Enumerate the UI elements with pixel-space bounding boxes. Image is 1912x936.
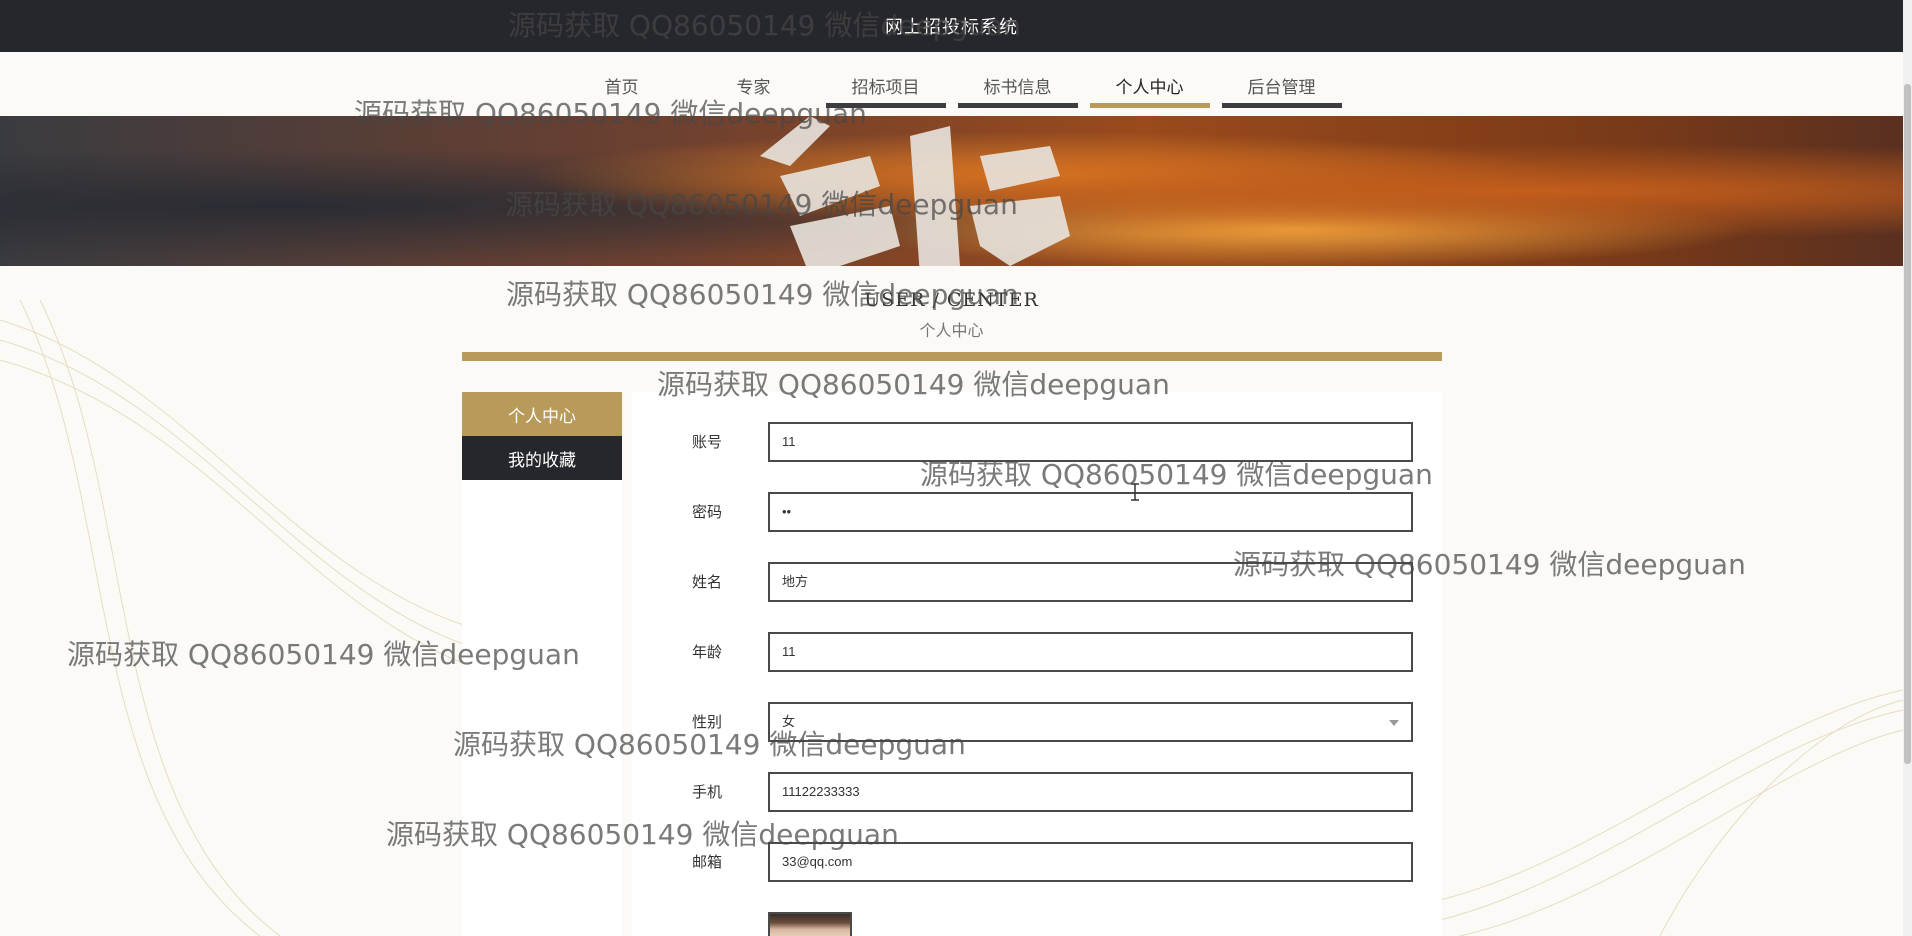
form-row-password: 密码 •• xyxy=(632,492,1442,532)
gender-select[interactable]: 女 xyxy=(768,702,1413,742)
age-input[interactable]: 11 xyxy=(768,632,1413,672)
text-cursor-icon xyxy=(1131,483,1139,501)
sidebar-item-favorites[interactable]: 我的收藏 xyxy=(462,436,622,480)
gender-label: 性别 xyxy=(692,713,723,731)
nav-item-experts[interactable]: 专家 xyxy=(694,62,814,108)
age-label: 年龄 xyxy=(692,643,723,661)
form-row-phone: 手机 11122233333 xyxy=(632,772,1442,812)
nav-underline xyxy=(1089,103,1210,108)
profile-form: 账号 11 密码 •• 姓名 地方 年龄 11 性别 女 手机 11122233… xyxy=(632,392,1442,936)
nav-item-user-center[interactable]: 个人中心 xyxy=(1089,62,1210,108)
top-title-bar: 网上招投标系统 xyxy=(0,0,1903,52)
page-scrollbar[interactable] xyxy=(1903,0,1912,936)
form-row-name: 姓名 地方 xyxy=(632,562,1442,602)
nav-item-label: 专家 xyxy=(736,77,771,98)
password-input[interactable]: •• xyxy=(768,492,1413,532)
password-label: 密码 xyxy=(692,503,723,521)
sidebar-item-user-center[interactable]: 个人中心 xyxy=(462,392,622,436)
nav-item-label: 标书信息 xyxy=(983,77,1052,98)
site-title: 网上招投标系统 xyxy=(885,17,1018,38)
hero-banner-image xyxy=(0,116,1903,266)
form-row-gender: 性别 女 xyxy=(632,702,1442,742)
nav-item-tender-projects[interactable]: 招标项目 xyxy=(825,62,946,108)
account-input[interactable]: 11 xyxy=(768,422,1413,462)
phone-input[interactable]: 11122233333 xyxy=(768,772,1413,812)
nav-underline xyxy=(1221,103,1342,108)
nav-item-home[interactable]: 首页 xyxy=(562,62,682,108)
name-input[interactable]: 地方 xyxy=(768,562,1413,602)
nav-underline xyxy=(825,103,946,108)
gender-select-value: 女 xyxy=(782,714,796,729)
nav-item-label: 后台管理 xyxy=(1247,77,1316,98)
avatar[interactable] xyxy=(768,912,852,936)
name-label: 姓名 xyxy=(692,573,723,591)
nav-item-label: 个人中心 xyxy=(1115,77,1184,98)
phone-label: 手机 xyxy=(692,783,723,801)
nav-item-label: 招标项目 xyxy=(851,77,920,98)
form-row-age: 年龄 11 xyxy=(632,632,1442,672)
form-row-email: 邮箱 33@qq.com xyxy=(632,842,1442,882)
chevron-down-icon xyxy=(1389,720,1399,726)
section-title-cn: 个人中心 xyxy=(919,321,984,340)
nav-item-admin[interactable]: 后台管理 xyxy=(1221,62,1342,108)
email-label: 邮箱 xyxy=(692,853,723,871)
email-input[interactable]: 33@qq.com xyxy=(768,842,1413,882)
scrollbar-thumb[interactable] xyxy=(1904,84,1911,764)
account-label: 账号 xyxy=(692,433,723,451)
user-sidebar: 个人中心 我的收藏 xyxy=(462,392,622,936)
nav-underline xyxy=(957,103,1078,108)
form-row-account: 账号 11 xyxy=(632,422,1442,462)
section-divider xyxy=(462,352,1442,361)
nav-item-label: 首页 xyxy=(604,77,639,98)
section-title-en: USER / CENTER xyxy=(864,289,1039,311)
main-nav: 首页 专家 招标项目 标书信息 个人中心 后台管理 xyxy=(0,62,1903,108)
banner-calligraphy-graphic xyxy=(760,116,1070,266)
nav-item-bid-info[interactable]: 标书信息 xyxy=(957,62,1078,108)
